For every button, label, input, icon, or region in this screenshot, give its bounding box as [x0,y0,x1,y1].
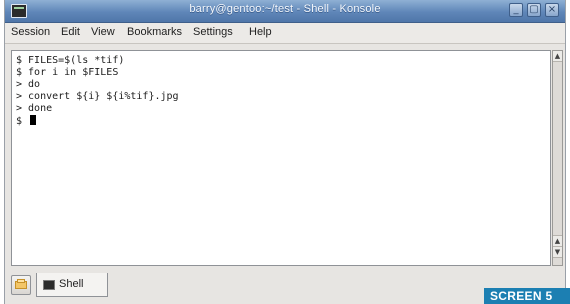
minimize-button[interactable]: _ [509,3,523,17]
vertical-scrollbar[interactable]: ▲ ▲ ▼ [552,50,563,266]
menu-view[interactable]: View [91,26,115,38]
title-bar[interactable]: barry@gentoo:~/test - Shell - Konsole _ … [5,0,565,23]
menu-edit[interactable]: Edit [61,26,80,38]
screen-caption: SCREEN 5 [484,288,570,304]
terminal-line: > done [16,103,53,114]
terminal-area[interactable]: $ FILES=$(ls *tif) $ for i in $FILES > d… [11,50,551,266]
text-cursor [30,115,37,125]
menu-session[interactable]: Session [11,26,50,38]
terminal-line: $ for i in $FILES [16,67,119,78]
session-tab-bar: Shell [5,268,565,304]
window-title: barry@gentoo:~/test - Shell - Konsole [189,3,381,15]
menu-help[interactable]: Help [249,26,272,38]
terminal-line: $ FILES=$(ls *tif) [16,55,125,66]
menu-settings[interactable]: Settings [193,26,233,38]
scroll-up-icon[interactable]: ▲ [553,235,562,247]
terminal-line: > convert ${i} ${i%tif}.jpg [16,91,179,102]
scroll-down-icon[interactable]: ▼ [553,247,562,258]
close-button[interactable]: × [545,3,559,17]
scroll-up-icon[interactable]: ▲ [553,51,562,62]
terminal-line: > do [16,79,41,90]
tab-shell[interactable]: Shell [36,273,108,297]
tab-label: Shell [59,278,84,290]
terminal-prompt: $ [16,116,29,127]
shell-icon [43,280,55,290]
konsole-window: barry@gentoo:~/test - Shell - Konsole _ … [4,0,566,304]
new-session-icon[interactable] [11,275,31,295]
maximize-button[interactable]: ▢ [527,3,541,17]
menu-bar: Session Edit View Bookmarks Settings Hel… [5,23,565,44]
terminal-prompt-line: $ [16,115,37,127]
menu-bookmarks[interactable]: Bookmarks [127,26,182,38]
